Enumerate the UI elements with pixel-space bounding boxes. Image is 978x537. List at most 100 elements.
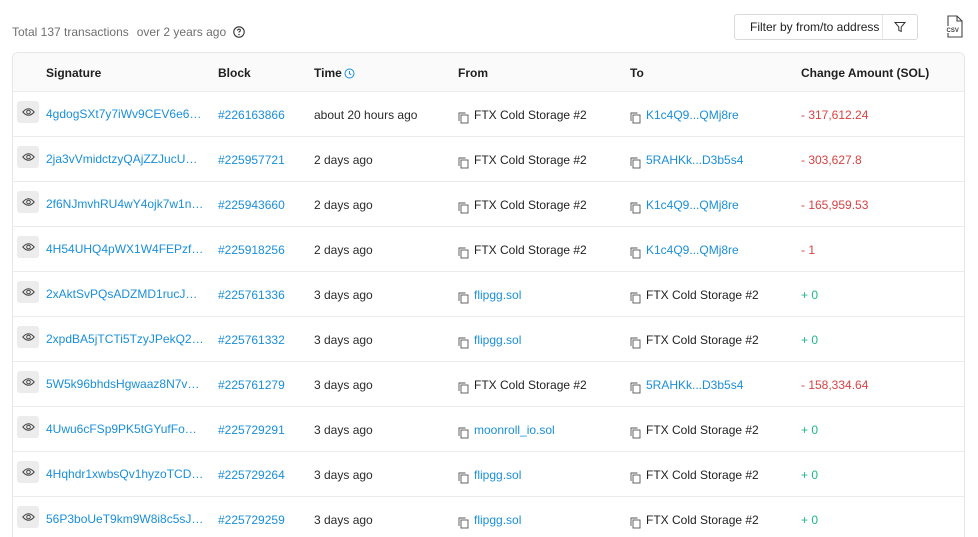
from-address[interactable]: moonroll_io.sol	[474, 423, 555, 437]
from-address[interactable]: flipgg.sol	[474, 333, 521, 347]
block-link[interactable]: #225761332	[218, 317, 285, 362]
table-row: 5W5k96bhdsHgwaaz8N7vW... #225761279 3 days…	[13, 362, 964, 407]
from-cell: flipgg.sol	[458, 317, 521, 362]
help-icon[interactable]	[233, 26, 245, 38]
view-details-button[interactable]	[17, 236, 39, 258]
signature-link[interactable]: 4Hqhdr1xwbsQv1hyzoTCDu...	[46, 452, 204, 497]
signature-link[interactable]: 56P3boUeT9km9W8i8c5sJg...	[46, 497, 204, 537]
view-details-button[interactable]	[17, 461, 39, 483]
block-link[interactable]: #225957721	[218, 137, 285, 182]
change-amount: + 0	[801, 512, 819, 527]
view-details-button[interactable]	[17, 416, 39, 438]
copy-icon[interactable]	[630, 472, 641, 484]
header-amount: Change Amount (SOL)	[801, 66, 930, 80]
eye-icon	[21, 153, 35, 161]
time-cell: 3 days ago	[314, 287, 373, 302]
block-link[interactable]: #225729264	[218, 452, 285, 497]
from-address[interactable]: flipgg.sol	[474, 468, 521, 482]
eye-icon	[21, 198, 35, 206]
from-cell: FTX Cold Storage #2	[458, 227, 587, 272]
header-time-wrap: Time	[314, 66, 355, 80]
to-address: FTX Cold Storage #2	[646, 422, 759, 437]
filter-address-button[interactable]: Filter by from/to address	[734, 14, 918, 40]
view-details-button[interactable]	[17, 191, 39, 213]
block-link[interactable]: #225761336	[218, 272, 285, 317]
eye-icon	[21, 288, 35, 296]
signature-link[interactable]: 2xAktSvPQsADZMD1rucJnF...	[46, 272, 204, 317]
view-details-button[interactable]	[17, 371, 39, 393]
from-cell: moonroll_io.sol	[458, 407, 555, 452]
time-cell: 2 days ago	[314, 242, 373, 257]
signature-link[interactable]: 2xpdBA5jTCTi5TzyJPekQ25i...	[46, 317, 204, 362]
copy-icon[interactable]	[458, 337, 469, 349]
from-cell: flipgg.sol	[458, 497, 521, 537]
block-link[interactable]: #226163866	[218, 92, 285, 137]
from-cell: FTX Cold Storage #2	[458, 362, 587, 407]
filter-label: Filter by from/to address	[750, 20, 880, 34]
clock-icon[interactable]	[344, 68, 355, 79]
change-amount: - 165,959.53	[801, 197, 869, 212]
table-row: 56P3boUeT9km9W8i8c5sJg... #225729259 3 day…	[13, 497, 964, 537]
to-cell: FTX Cold Storage #2	[630, 452, 759, 497]
block-link[interactable]: #225729291	[218, 407, 285, 452]
copy-icon[interactable]	[630, 292, 641, 304]
copy-icon[interactable]	[630, 382, 641, 394]
table-row: 2f6NJmvhRU4wY4ojk7w1nq... #225943660 2 day…	[13, 182, 964, 227]
to-cell: FTX Cold Storage #2	[630, 407, 759, 452]
change-amount: + 0	[801, 467, 819, 482]
total-transactions: Total 137 transactions	[12, 25, 129, 39]
copy-icon[interactable]	[458, 292, 469, 304]
copy-icon[interactable]	[630, 157, 641, 169]
view-details-button[interactable]	[17, 326, 39, 348]
copy-icon[interactable]	[630, 427, 641, 439]
eye-icon	[21, 513, 35, 521]
table-header: Signature Block Time From To Change Amou…	[13, 53, 964, 92]
from-address[interactable]: flipgg.sol	[474, 288, 521, 302]
copy-icon[interactable]	[458, 517, 469, 529]
view-details-button[interactable]	[17, 281, 39, 303]
copy-icon[interactable]	[630, 202, 641, 214]
copy-icon[interactable]	[458, 427, 469, 439]
copy-icon[interactable]	[630, 247, 641, 259]
filter-icon-wrap[interactable]	[883, 21, 917, 33]
signature-link[interactable]: 2ja3vVmidctzyQAjZZJucUBZ...	[46, 137, 204, 182]
to-address[interactable]: K1c4Q9...QMj8re	[646, 243, 739, 257]
header-signature: Signature	[46, 66, 102, 80]
copy-icon[interactable]	[458, 202, 469, 214]
signature-link[interactable]: 2f6NJmvhRU4wY4ojk7w1nq...	[46, 182, 204, 227]
eye-icon	[21, 378, 35, 386]
view-details-button[interactable]	[17, 101, 39, 123]
signature-link[interactable]: 4gdogSXt7y7iWv9CEV6e6eX...	[46, 92, 204, 137]
to-address[interactable]: K1c4Q9...QMj8re	[646, 198, 739, 212]
from-cell: flipgg.sol	[458, 452, 521, 497]
copy-icon[interactable]	[458, 112, 469, 124]
from-address[interactable]: flipgg.sol	[474, 513, 521, 527]
copy-icon[interactable]	[458, 472, 469, 484]
time-cell: 2 days ago	[314, 197, 373, 212]
copy-icon[interactable]	[630, 337, 641, 349]
copy-icon[interactable]	[458, 157, 469, 169]
svg-text:CSV: CSV	[947, 28, 959, 34]
header-to: To	[630, 66, 644, 80]
to-address[interactable]: 5RAHKk...D3b5s4	[646, 153, 743, 167]
eye-icon	[21, 468, 35, 476]
copy-icon[interactable]	[458, 247, 469, 259]
change-amount: + 0	[801, 422, 819, 437]
signature-link[interactable]: 4Uwu6cFSp9PK5tGYufFomz...	[46, 407, 204, 452]
block-link[interactable]: #225943660	[218, 182, 285, 227]
to-cell: K1c4Q9...QMj8re	[630, 182, 739, 227]
copy-icon[interactable]	[630, 112, 641, 124]
signature-link[interactable]: 4H54UHQ4pWX1W4FEPzfe5...	[46, 227, 204, 272]
view-details-button[interactable]	[17, 506, 39, 528]
signature-link[interactable]: 5W5k96bhdsHgwaaz8N7vW...	[46, 362, 204, 407]
copy-icon[interactable]	[630, 517, 641, 529]
copy-icon[interactable]	[458, 382, 469, 394]
block-link[interactable]: #225729259	[218, 497, 285, 537]
from-cell: FTX Cold Storage #2	[458, 92, 587, 137]
block-link[interactable]: #225761279	[218, 362, 285, 407]
to-address[interactable]: 5RAHKk...D3b5s4	[646, 378, 743, 392]
csv-icon[interactable]: CSV	[945, 15, 965, 39]
to-address[interactable]: K1c4Q9...QMj8re	[646, 108, 739, 122]
view-details-button[interactable]	[17, 146, 39, 168]
block-link[interactable]: #225918256	[218, 227, 285, 272]
